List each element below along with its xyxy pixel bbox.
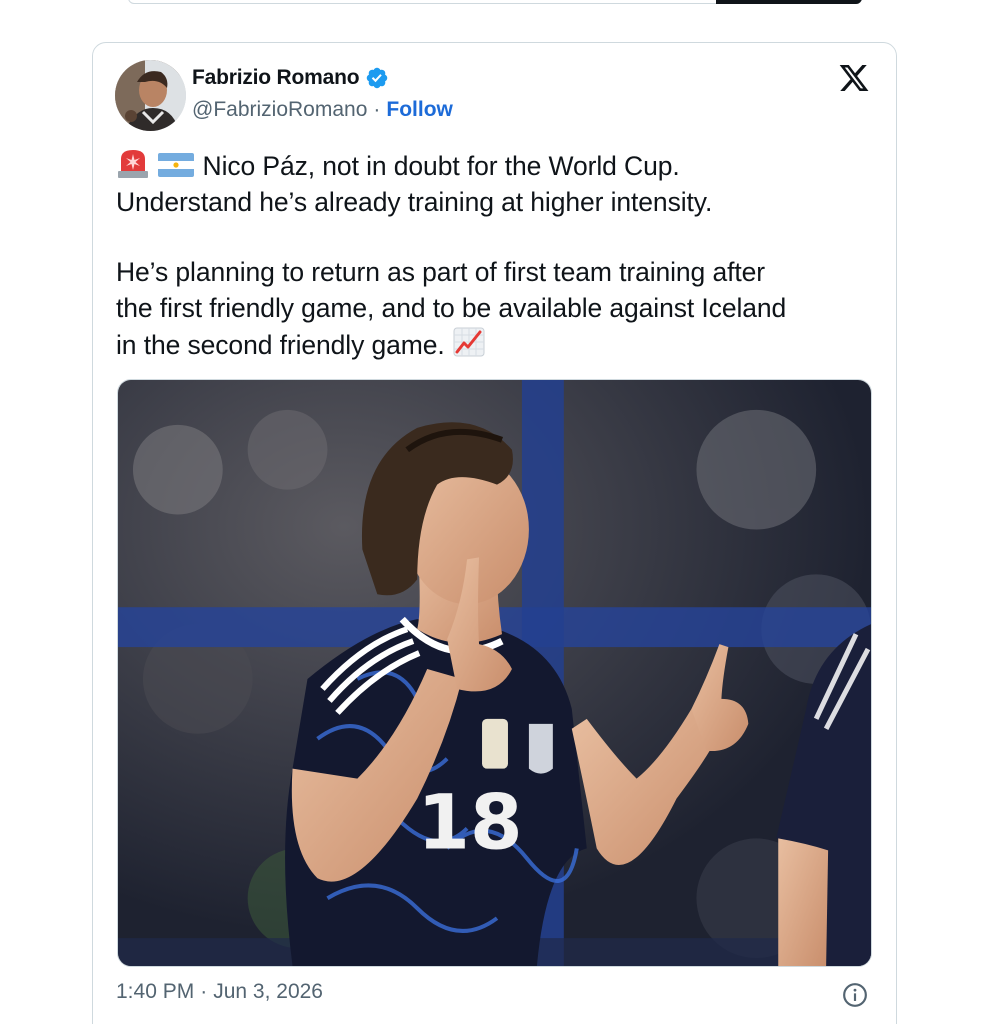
info-icon[interactable] xyxy=(842,982,868,1008)
handle-separator: · xyxy=(373,98,381,121)
tweet-timestamp[interactable]: 1:40 PM · Jun 3, 2026 xyxy=(116,980,323,1004)
tweet-line-5-text: in the second friendly game. xyxy=(116,330,445,360)
tweet-photo[interactable]: 18 xyxy=(117,379,872,967)
tweet-line-1-text: Nico Páz, not in doubt for the World Cup… xyxy=(202,151,680,181)
author-handle[interactable]: @FabrizioRomano xyxy=(192,98,367,122)
tweet-line-4: the first friendly game, and to be avail… xyxy=(116,292,787,323)
author-handle-row: @FabrizioRomano · Follow xyxy=(192,98,453,122)
argentina-flag-emoji xyxy=(158,153,195,177)
follow-button[interactable]: Follow xyxy=(386,98,453,122)
author-name[interactable]: Fabrizio Romano xyxy=(192,66,360,90)
top-button-remnant[interactable] xyxy=(716,0,862,4)
tweet-line-3: He’s planning to return as part of first… xyxy=(116,257,765,287)
timestamp-separator: · xyxy=(200,980,208,1003)
tweet-text: Nico Páz, not in doubt for the World Cup… xyxy=(116,147,876,364)
jersey-number: 18 xyxy=(417,778,522,866)
avatar-photo xyxy=(115,60,186,131)
tweet-line-1: Nico Páz, not in doubt for the World Cup… xyxy=(116,147,876,185)
chart-increasing-emoji xyxy=(453,327,485,357)
author-avatar[interactable] xyxy=(115,60,186,131)
x-logo-icon[interactable] xyxy=(837,62,871,94)
rotating-light-emoji xyxy=(118,150,148,178)
page: Fabrizio Romano @FabrizioRomano · Follow xyxy=(0,0,1003,1024)
verified-badge-icon xyxy=(367,67,388,89)
tweet-time: 1:40 PM xyxy=(116,980,195,1003)
tweet-date: Jun 3, 2026 xyxy=(213,980,323,1003)
author-name-row: Fabrizio Romano xyxy=(192,66,389,90)
tweet-line-5: in the second friendly game. xyxy=(116,326,876,364)
player-photo: 18 xyxy=(118,380,871,966)
tweet-line-2: Understand he’s already training at high… xyxy=(116,186,713,217)
